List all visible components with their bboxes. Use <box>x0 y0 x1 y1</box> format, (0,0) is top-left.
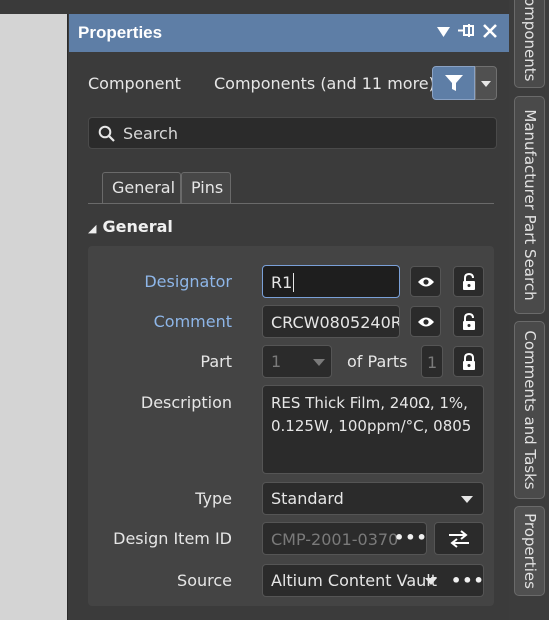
description-label: Description <box>140 393 232 412</box>
tab-pins[interactable]: Pins <box>181 172 231 203</box>
panel-title: Properties <box>78 23 163 42</box>
comment-visibility-button[interactable] <box>410 306 441 337</box>
designator-input[interactable]: R1 <box>262 265 400 298</box>
tab-label: General <box>112 178 176 197</box>
eye-icon <box>417 317 434 326</box>
properties-panel: Properties Component Components (and 11 … <box>69 14 509 620</box>
general-properties-group: Designator R1 Comment CRCW0805240RI Part… <box>88 246 494 606</box>
part-lock-button[interactable] <box>453 346 484 377</box>
side-tab-components[interactable]: Components <box>514 0 545 88</box>
chevron-down-icon <box>461 496 473 503</box>
description-textarea[interactable]: RES Thick Film, 240Ω, 1%, 0.125W, 100ppm… <box>262 385 484 474</box>
tab-label: Pins <box>191 178 224 197</box>
designator-lock-button[interactable] <box>453 266 484 297</box>
parts-count-value: 1 <box>427 353 438 372</box>
designator-visibility-button[interactable] <box>410 266 441 297</box>
comment-label[interactable]: Comment <box>154 312 232 331</box>
swap-design-item-button[interactable] <box>434 522 484 555</box>
designator-value: R1 <box>271 273 293 292</box>
more-dots-icon[interactable]: ••• <box>394 528 428 547</box>
tab-divider <box>88 203 494 204</box>
search-icon <box>98 125 115 146</box>
pin-icon[interactable] <box>458 23 476 43</box>
unlock-icon <box>462 272 475 290</box>
chevron-down-icon <box>481 81 491 87</box>
panel-title-bar: Properties <box>69 14 509 52</box>
search-box <box>88 117 497 149</box>
type-label: Type <box>195 489 232 508</box>
design-item-id-label: Design Item ID <box>113 529 232 548</box>
component-label: Component <box>88 74 181 93</box>
designator-label[interactable]: Designator <box>144 272 232 291</box>
design-item-id-value: CMP-2001-0370 <box>271 530 399 549</box>
chevron-down-icon <box>425 578 437 585</box>
unlock-icon <box>462 312 475 330</box>
side-tab-label: Components <box>520 0 539 82</box>
design-canvas[interactable] <box>0 14 68 620</box>
source-label: Source <box>177 571 232 590</box>
part-value: 1 <box>271 352 282 371</box>
side-tab-manufacturer-part-search[interactable]: Manufacturer Part Search <box>514 96 545 314</box>
chevron-down-icon <box>313 359 325 366</box>
tab-general[interactable]: General <box>102 172 181 203</box>
more-dots-icon[interactable]: ••• <box>451 571 483 590</box>
collapse-triangle-icon: ◢ <box>88 222 97 235</box>
lock-icon <box>462 352 475 370</box>
swap-arrows-icon <box>449 529 469 548</box>
filter-dropdown-button[interactable] <box>475 66 497 100</box>
close-icon[interactable] <box>483 23 497 43</box>
section-title: General <box>102 217 173 236</box>
eye-icon <box>417 277 434 286</box>
side-tab-comments-and-tasks[interactable]: Comments and Tasks <box>514 321 545 499</box>
comment-input[interactable]: CRCW0805240RI <box>262 305 400 338</box>
type-value: Standard <box>271 489 344 508</box>
comment-value: CRCW0805240RI <box>271 313 400 332</box>
comment-lock-button[interactable] <box>453 306 484 337</box>
source-value: Altium Content Vault <box>271 571 438 590</box>
part-label: Part <box>200 352 232 371</box>
component-row: Component Components (and 11 more) <box>69 66 509 102</box>
section-general-header[interactable]: ◢ General <box>88 217 173 236</box>
top-strip <box>0 0 549 14</box>
source-select[interactable]: Altium Content Vault ••• <box>262 564 484 597</box>
side-tab-label: Properties <box>520 513 539 589</box>
search-input[interactable] <box>123 121 483 145</box>
part-select[interactable]: 1 <box>262 345 332 378</box>
filter-icon <box>445 75 463 91</box>
side-tab-properties[interactable]: Properties <box>514 506 545 596</box>
component-selection-summary: Components (and 11 more) <box>214 74 435 93</box>
side-tab-label: Manufacturer Part Search <box>520 109 539 301</box>
type-select[interactable]: Standard <box>262 482 484 515</box>
description-value: RES Thick Film, 240Ω, 1%, 0.125W, 100ppm… <box>271 394 472 435</box>
of-parts-label: of Parts <box>347 352 408 371</box>
side-tab-label: Comments and Tasks <box>520 330 539 490</box>
parts-count-field: 1 <box>421 345 443 378</box>
text-cursor <box>293 273 295 292</box>
dropdown-triangle-icon[interactable] <box>437 23 450 43</box>
filter-button[interactable] <box>432 66 475 100</box>
